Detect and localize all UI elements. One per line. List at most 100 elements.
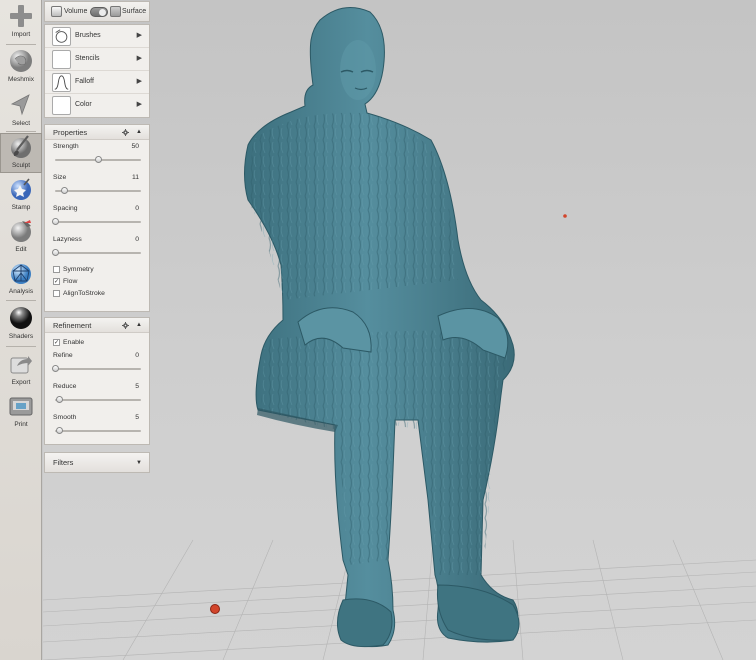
slider-thumb[interactable] [95, 156, 102, 163]
slider-value: 0 [135, 205, 139, 212]
slider-spacing[interactable]: Spacing 0 [45, 202, 149, 233]
brush-tip-icon [52, 27, 71, 46]
library-row-color[interactable]: Color ▶ [45, 94, 149, 117]
checkbox-label: Symmetry [63, 266, 94, 273]
slider-value: 0 [135, 352, 139, 359]
gear-icon[interactable] [122, 322, 129, 329]
library-row-brushes[interactable]: Brushes ▶ [45, 25, 149, 48]
slider-thumb[interactable] [52, 365, 59, 372]
checkbox-label: Enable [63, 339, 85, 346]
checkbox-box[interactable]: ✓ [53, 278, 60, 285]
library-row-label: Falloff [75, 78, 94, 85]
toolbar-label: Import [11, 31, 31, 38]
slider-thumb[interactable] [60, 187, 68, 194]
toolbar-item-shaders[interactable]: Shaders [0, 304, 42, 344]
refinement-header[interactable]: Refinement ▲ [45, 318, 149, 333]
volume-surface-toggle[interactable] [90, 7, 108, 17]
slider-value: 0 [135, 236, 139, 243]
sculpt-model-figure[interactable] [244, 7, 520, 648]
toolbar-label: Stamp [11, 204, 31, 211]
slider-label: Spacing [53, 205, 78, 212]
surface-cube-icon [110, 6, 121, 17]
checkbox-box[interactable] [53, 266, 60, 273]
meshmix-icon [10, 50, 32, 72]
filters-panel: Filters ▼ [44, 452, 150, 473]
toolbar-item-export[interactable]: Export [0, 350, 42, 390]
slider-track[interactable] [55, 430, 141, 432]
chevron-right-icon: ▶ [136, 78, 142, 85]
tool-palette: Import Meshmix Select Sculpt Stamp Edit … [0, 0, 42, 660]
toolbar-item-analysis[interactable]: Analysis [0, 259, 42, 299]
stamp-icon [11, 178, 31, 200]
volume-label: Volume [64, 8, 88, 15]
plus-icon [10, 5, 32, 27]
toolbar-label: Export [11, 379, 31, 386]
slider-track[interactable] [55, 368, 141, 370]
slider-track[interactable] [55, 252, 141, 254]
filters-header[interactable]: Filters ▼ [45, 453, 149, 472]
checkbox-enable[interactable]: ✓ Enable [45, 337, 149, 349]
slider-label: Size [53, 174, 67, 181]
slider-lazyness[interactable]: Lazyness 0 [45, 233, 149, 264]
slider-value: 11 [131, 174, 139, 181]
library-row-stencils[interactable]: Stencils ▶ [45, 48, 149, 71]
select-arrow-icon [10, 94, 30, 116]
checkbox-box[interactable]: ✓ [53, 339, 60, 346]
slider-track[interactable] [55, 399, 141, 401]
toolbar-item-sculpt[interactable]: Sculpt [0, 133, 42, 173]
collapse-up-icon[interactable]: ▲ [136, 318, 142, 333]
mode-switch-bar: Volume Surface [44, 1, 150, 22]
export-icon [10, 356, 32, 374]
slider-thumb[interactable] [52, 218, 59, 225]
toolbar-label: Sculpt [11, 162, 31, 169]
slider-label: Refine [53, 352, 73, 359]
slider-value: 50 [131, 143, 139, 150]
expand-down-icon[interactable]: ▼ [136, 454, 142, 473]
library-row-label: Stencils [75, 55, 100, 62]
toolbar-label: Meshmix [7, 76, 34, 83]
properties-title: Properties [53, 128, 88, 137]
toolbar-label: Print [14, 421, 28, 428]
surface-label: Surface [122, 8, 147, 15]
blank-thumb-icon [52, 96, 71, 115]
checkbox-box[interactable] [53, 290, 60, 297]
chevron-right-icon: ▶ [136, 55, 142, 62]
shaders-sphere-icon [10, 307, 32, 329]
slider-size[interactable]: Size 11 [45, 171, 149, 202]
gear-icon[interactable] [122, 129, 129, 136]
toolbar-item-print[interactable]: Print [0, 392, 42, 432]
chevron-right-icon: ▶ [136, 32, 142, 39]
toolbar-label: Select [11, 120, 31, 127]
slider-track[interactable] [55, 190, 141, 192]
slider-refine[interactable]: Refine 0 [45, 349, 149, 380]
checkbox-align-to-stroke[interactable]: AlignToStroke [45, 288, 149, 300]
properties-header[interactable]: Properties ▲ [45, 125, 149, 140]
toolbar-item-select[interactable]: Select [0, 91, 42, 131]
falloff-curve-icon [52, 73, 71, 92]
refinement-panel: Refinement ▲ ✓ Enable Refine 0 Reduce 5 … [44, 317, 150, 445]
slider-strength[interactable]: Strength 50 [45, 140, 149, 171]
checkbox-flow[interactable]: ✓ Flow [45, 276, 149, 288]
slider-track[interactable] [55, 221, 141, 223]
slider-thumb[interactable] [52, 249, 59, 256]
checkbox-symmetry[interactable]: Symmetry [45, 264, 149, 276]
pivot-marker[interactable] [210, 604, 220, 614]
slider-thumb[interactable] [56, 396, 64, 403]
slider-smooth[interactable]: Smooth 5 [45, 411, 149, 442]
toolbar-item-stamp[interactable]: Stamp [0, 175, 42, 215]
ground-grid [43, 539, 756, 660]
checkbox-label: Flow [63, 278, 78, 285]
pivot-marker-small[interactable] [563, 214, 567, 218]
toolbar-item-import[interactable]: Import [0, 2, 42, 42]
slider-thumb[interactable] [56, 427, 64, 434]
blank-thumb-icon [52, 50, 71, 69]
slider-label: Reduce [53, 383, 77, 390]
toolbar-label: Edit [15, 246, 27, 253]
library-row-falloff[interactable]: Falloff ▶ [45, 71, 149, 94]
toolbar-item-meshmix[interactable]: Meshmix [0, 47, 42, 87]
collapse-up-icon[interactable]: ▲ [136, 125, 142, 140]
toolbar-label: Analysis [8, 288, 34, 295]
slider-label: Lazyness [53, 236, 82, 243]
toolbar-item-edit[interactable]: Edit [0, 217, 42, 257]
slider-reduce[interactable]: Reduce 5 [45, 380, 149, 411]
